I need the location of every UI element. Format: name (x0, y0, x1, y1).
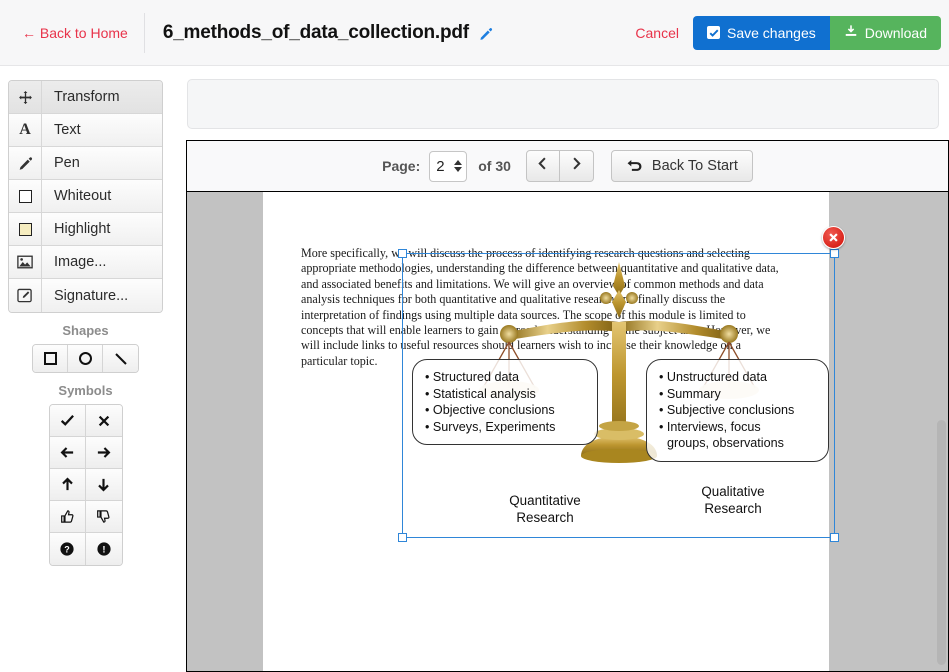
download-label: Download (864, 24, 927, 41)
app-header: ← Back to Home 6_methods_of_data_collect… (0, 0, 949, 66)
pdf-viewer: Page: 2 of 30 Back To Start More specifi… (186, 140, 949, 672)
bullet-item: • Interviews, focus (659, 419, 761, 434)
pdf-canvas-area[interactable]: More specifically, we will discuss the p… (187, 192, 948, 671)
file-name-text: 6_methods_of_data_collection.pdf (162, 21, 469, 43)
arrow-down-icon[interactable] (85, 469, 122, 501)
chevron-left-icon (537, 156, 548, 176)
tools-sidebar: Transform A Text Pen Whiteout Highlight … (8, 80, 163, 566)
arrow-up-icon[interactable] (49, 469, 86, 501)
shapes-toolbar (8, 344, 163, 373)
sidebar-item-label: Transform (54, 89, 120, 105)
picture-icon (9, 246, 42, 278)
bullet-item: • Unstructured data (659, 370, 768, 384)
save-changes-label: Save changes (727, 24, 816, 41)
pdf-editor-app: ← Back to Home 6_methods_of_data_collect… (0, 0, 949, 672)
page-title: 6_methods_of_data_collection.pdf (145, 22, 493, 44)
line-shape-icon[interactable] (103, 345, 138, 372)
sidebar-item-label: Signature... (54, 287, 129, 304)
previous-page-button[interactable] (525, 150, 560, 182)
text-letter-icon: A (9, 114, 42, 146)
sidebar-item-label: Text (54, 122, 81, 138)
qualitative-bullet-box: • Unstructured data • Summary • Subjecti… (646, 359, 829, 462)
resize-handle-bottom-right[interactable] (830, 533, 839, 542)
pen-icon (9, 147, 42, 179)
bullet-item: • Objective conclusions (425, 403, 555, 418)
sidebar-item-label: Pen (54, 155, 80, 171)
resize-handle-bottom-left[interactable] (398, 533, 407, 542)
sidebar-item-pen[interactable]: Pen (9, 147, 162, 180)
tool-options-panel (187, 79, 939, 129)
cross-icon[interactable] (85, 405, 122, 437)
yellow-square-icon (9, 213, 42, 245)
primary-action-group: Save changes Download (693, 15, 941, 50)
download-button[interactable]: Download (829, 15, 941, 50)
thumbs-up-icon[interactable] (49, 501, 86, 533)
checkbox-icon (707, 26, 720, 39)
save-changes-button[interactable]: Save changes (693, 15, 830, 50)
bullet-item: • Surveys, Experiments (425, 419, 556, 434)
undo-arrow-icon (626, 157, 643, 176)
move-arrows-icon (9, 81, 42, 113)
header-actions: Cancel Save changes Download (635, 15, 949, 50)
shapes-caption: Shapes (62, 323, 109, 338)
svg-text:?: ? (64, 545, 70, 555)
stepper-up-icon[interactable] (454, 160, 463, 165)
stepper-arrows-icon[interactable] (454, 160, 463, 172)
page-label: Page: (382, 158, 421, 174)
check-icon[interactable] (49, 405, 86, 437)
chevron-right-icon (571, 156, 582, 176)
sidebar-item-image[interactable]: Image... (9, 246, 162, 279)
bullet-item: • Statistical analysis (425, 386, 536, 401)
back-to-start-label: Back To Start (651, 158, 738, 174)
question-mark-icon[interactable]: ? (49, 533, 86, 565)
sidebar-item-label: Whiteout (54, 188, 112, 204)
selected-image-object[interactable]: • Structured data • Statistical analysis… (398, 226, 845, 542)
symbols-caption: Symbols (58, 383, 113, 398)
page-nav-buttons (525, 150, 594, 182)
stepper-down-icon[interactable] (454, 167, 463, 172)
pencil-icon[interactable] (478, 27, 493, 42)
bullet-item: • Structured data (425, 370, 520, 384)
resize-handle-top-left[interactable] (398, 249, 407, 258)
bullet-item: groups, observations (667, 436, 784, 451)
signature-icon (9, 279, 42, 312)
page-count-label: of 30 (478, 158, 511, 174)
delete-x-icon[interactable] (822, 226, 845, 249)
sidebar-item-label: Image... (54, 254, 107, 270)
arrow-right-icon[interactable] (85, 437, 122, 469)
exclamation-mark-icon[interactable]: ! (85, 533, 122, 565)
scrollbar-thumb[interactable] (937, 420, 946, 665)
symbols-toolbar: ? ! (8, 404, 163, 566)
scales-balance-image: • Structured data • Statistical analysis… (403, 254, 834, 537)
sidebar-item-whiteout[interactable]: Whiteout (9, 180, 162, 213)
resize-handle-top-right[interactable] (830, 249, 839, 258)
qualitative-caption: Qualitative Research (701, 484, 765, 516)
quantitative-bullet-box: • Structured data • Statistical analysis… (412, 359, 598, 445)
page-navigation-bar: Page: 2 of 30 Back To Start (187, 141, 948, 192)
vertical-scrollbar[interactable] (937, 194, 946, 670)
sidebar-item-signature[interactable]: Signature... (9, 279, 162, 312)
sidebar-item-text[interactable]: A Text (9, 114, 162, 147)
back-to-home-link[interactable]: ← Back to Home (0, 0, 144, 66)
arrow-left-icon[interactable] (49, 437, 86, 469)
pdf-page[interactable]: More specifically, we will discuss the p… (263, 192, 845, 671)
quantitative-caption: Quantitative Research (509, 493, 581, 525)
download-icon (844, 24, 858, 41)
tool-list: Transform A Text Pen Whiteout Highlight … (8, 80, 163, 313)
sidebar-item-label: Highlight (54, 221, 111, 237)
next-page-button[interactable] (559, 150, 594, 182)
sidebar-item-transform[interactable]: Transform (9, 81, 162, 114)
page-number-value: 2 (436, 157, 445, 175)
square-shape-icon[interactable] (33, 345, 68, 372)
back-to-start-button[interactable]: Back To Start (610, 150, 753, 182)
cancel-button[interactable]: Cancel (635, 25, 679, 41)
bullet-item: • Summary (659, 386, 721, 401)
bullet-item: • Subjective conclusions (659, 403, 795, 418)
svg-text:!: ! (102, 545, 105, 556)
white-square-icon (9, 180, 42, 212)
thumbs-down-icon[interactable] (85, 501, 122, 533)
sidebar-item-highlight[interactable]: Highlight (9, 213, 162, 246)
circle-shape-icon[interactable] (68, 345, 103, 372)
page-number-stepper[interactable]: 2 (429, 150, 468, 182)
